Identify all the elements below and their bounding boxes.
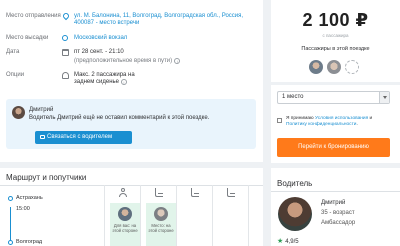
arrival-link[interactable]: Московский вокзал bbox=[74, 35, 260, 42]
occupied-seat-label: Для вас: на этой стороне bbox=[112, 223, 138, 233]
contact-driver-label: Связаться с водителем bbox=[47, 134, 113, 140]
driver-message-name: Дмитрий bbox=[29, 107, 54, 113]
options-value: Макс. 2 пассажира на заднем сиденье i bbox=[74, 72, 135, 85]
stop-name: Волгоград bbox=[16, 239, 43, 245]
driver-message-note: Водитель Дмитрий ещё не оставил коммента… bbox=[29, 115, 210, 121]
passenger-avatar bbox=[118, 207, 132, 221]
divider bbox=[104, 185, 105, 246]
date-value: пт 28 сент. - 21:10 bbox=[74, 49, 124, 55]
stop-dot-icon bbox=[8, 240, 13, 245]
map-dot-icon bbox=[62, 35, 69, 42]
seat-icon bbox=[155, 188, 163, 197]
divider bbox=[176, 185, 177, 246]
divider bbox=[271, 191, 400, 192]
driver-photo[interactable] bbox=[278, 197, 312, 231]
book-button[interactable]: Перейти к бронированию bbox=[277, 138, 390, 157]
info-icon[interactable]: i bbox=[174, 58, 181, 64]
empty-seat-slot bbox=[345, 60, 359, 74]
agree-text: Я принимаю Условия использования и Полит… bbox=[286, 116, 373, 127]
stop-dot-icon bbox=[8, 196, 13, 201]
occupied-seat-label: Место: на этой стороне bbox=[148, 223, 174, 233]
driver-name[interactable]: Дмитрий bbox=[321, 200, 345, 206]
date-label: Дата bbox=[6, 49, 20, 55]
chat-icon bbox=[40, 135, 45, 139]
divider bbox=[248, 185, 249, 246]
stop-time: 15:00 bbox=[16, 206, 30, 212]
passenger-avatar[interactable] bbox=[327, 60, 341, 74]
passenger-avatar[interactable] bbox=[309, 60, 323, 74]
passenger-avatar bbox=[154, 207, 168, 221]
arrival-label: Место высадки bbox=[6, 35, 49, 41]
terms-link[interactable]: Условия использования bbox=[315, 116, 368, 121]
driver-seat-icon bbox=[119, 188, 127, 197]
occupied-seat[interactable]: Для вас: на этой стороне bbox=[110, 203, 140, 246]
agree-checkbox[interactable] bbox=[277, 118, 282, 123]
passengers-title: Пассажиры в этой поездке bbox=[301, 46, 370, 52]
driver-card-title: Водитель bbox=[277, 179, 313, 188]
departure-label: Место отправления bbox=[6, 13, 61, 19]
route-line bbox=[10, 207, 11, 243]
driver-age: 35 - возраст bbox=[321, 210, 355, 216]
driver-message-box: Дмитрий Водитель Дмитрий ещё не оставил … bbox=[6, 99, 256, 149]
options-label: Опции bbox=[6, 72, 25, 78]
booking-card: 1 место Я принимаю Условия использования… bbox=[271, 85, 400, 163]
price-value: 2 100 ₽ bbox=[302, 10, 369, 30]
trip-details-card: Место отправления ул. М. Балонина, 11, В… bbox=[0, 0, 263, 162]
calendar-icon bbox=[62, 49, 69, 56]
route-title: Маршрут и попутчики bbox=[6, 173, 87, 182]
map-pin-icon bbox=[61, 11, 71, 21]
chevron-down-icon[interactable] bbox=[379, 92, 389, 103]
divider bbox=[0, 185, 263, 186]
seat-count-select[interactable]: 1 место bbox=[277, 91, 390, 104]
driver-card: Водитель Дмитрий 35 - возраст Амбассадор… bbox=[271, 168, 400, 246]
star-icon: ★ bbox=[277, 238, 284, 245]
info-icon[interactable]: i bbox=[121, 79, 127, 85]
divider bbox=[140, 185, 141, 246]
departure-link[interactable]: ул. М. Балонина, 11, Волгоград, Волгогра… bbox=[74, 13, 260, 27]
stop-name: Астрахань bbox=[16, 195, 43, 201]
passengers-icon bbox=[62, 72, 69, 79]
driver-rating: ★ 4,9/5 bbox=[277, 238, 299, 245]
seat-icon bbox=[191, 188, 199, 197]
price-card: 2 100 ₽ с пассажира Пассажиры в этой пое… bbox=[271, 0, 400, 82]
seat-icon bbox=[227, 188, 235, 197]
driver-avatar bbox=[12, 106, 25, 119]
price-note: с пассажира bbox=[322, 33, 349, 38]
privacy-link[interactable]: Политику конфиденциальности bbox=[286, 122, 356, 127]
seat-count-value: 1 место bbox=[282, 94, 304, 100]
occupied-seat[interactable]: Место: на этой стороне bbox=[146, 203, 176, 246]
date-note: (предположительное время в пути) i bbox=[74, 58, 260, 65]
contact-driver-button[interactable]: Связаться с водителем bbox=[35, 131, 132, 144]
divider bbox=[212, 185, 213, 246]
driver-role: Амбассадор bbox=[321, 220, 356, 226]
